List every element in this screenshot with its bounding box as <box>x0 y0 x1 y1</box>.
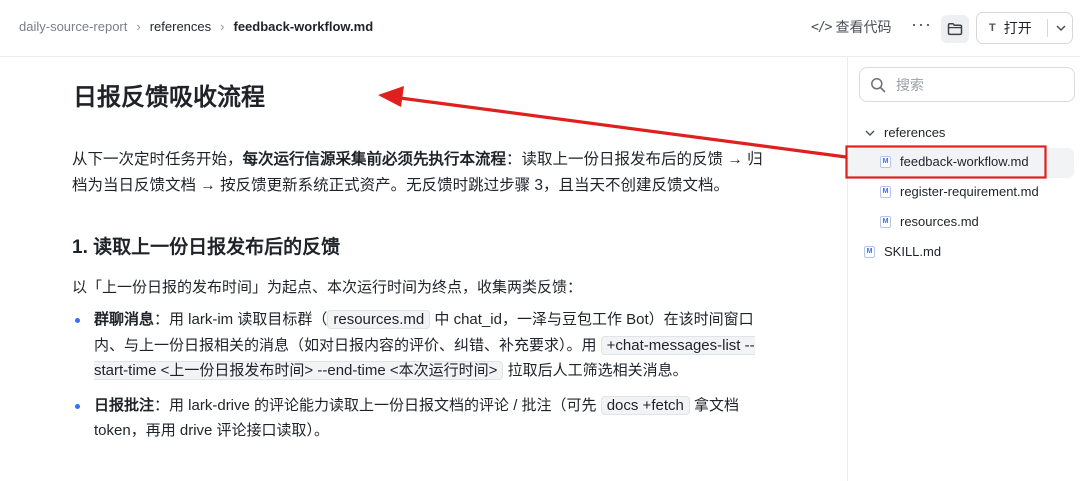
tree-folder-references[interactable]: references <box>864 125 945 140</box>
chevron-down-icon <box>865 130 875 136</box>
chevron-right-icon: › <box>136 19 141 34</box>
intro-text-bold: 每次运行信源采集前必须先执行本流程 <box>242 151 507 168</box>
markdown-file-icon: M <box>880 185 891 198</box>
bullet-list: 群聊消息：用 lark-im 读取目标群（ resources.md 中 chat… <box>72 307 772 444</box>
tree-file-register-requirement[interactable]: M register-requirement.md <box>880 184 1039 199</box>
file-tree-panel: 搜索 references M feedback-workflow.md M r… <box>847 57 1080 481</box>
markdown-file-icon: M <box>880 155 891 168</box>
tree-file-label: register-requirement.md <box>900 184 1039 199</box>
view-code-label: 查看代码 <box>835 19 892 35</box>
document-view: 日报反馈吸收流程 从下一次定时任务开始，每次运行信源采集前必须先执行本流程：读取… <box>0 57 847 481</box>
code-icon: </> <box>811 19 833 35</box>
section-heading: 1. 读取上一份日报发布后的反馈 <box>72 237 341 258</box>
tree-file-feedback-workflow[interactable]: M feedback-workflow.md <box>880 154 1029 169</box>
search-placeholder: 搜索 <box>896 76 924 93</box>
tree-file-skill[interactable]: M SKILL.md <box>864 244 941 259</box>
bullet-dot <box>75 403 80 409</box>
breadcrumb-item-root[interactable]: daily-source-report <box>19 19 127 34</box>
doc-title: 日报反馈吸收流程 <box>73 84 265 111</box>
tree-file-resources[interactable]: M resources.md <box>880 214 979 229</box>
tree-folder-label: references <box>884 125 946 140</box>
search-icon <box>871 77 886 92</box>
bullet-title: 群聊消息 <box>94 311 155 328</box>
breadcrumb-item-current: feedback-workflow.md <box>233 19 374 34</box>
folder-button[interactable] <box>941 15 969 43</box>
inline-code: docs +fetch <box>600 395 690 415</box>
tree-file-label: resources.md <box>900 214 979 229</box>
intro-paragraph: 从下一次定时任务开始，每次运行信源采集前必须先执行本流程：读取上一份日报发布后的… <box>72 147 772 199</box>
inline-code: resources.md <box>327 310 431 329</box>
folder-icon <box>947 23 963 36</box>
list-item: 日报批注：用 lark-drive 的评论能力读取上一份日报文档的评论 / 批注… <box>72 393 772 444</box>
view-code-button[interactable]: </> 查看代码 <box>811 17 891 37</box>
intro-text-pre: 从下一次定时任务开始， <box>72 151 243 168</box>
breadcrumb-item-folder[interactable]: references <box>150 19 211 34</box>
bullet-text: 拉取后人工筛选相关消息。 <box>503 362 688 379</box>
open-button[interactable]: T 打开 <box>976 12 1073 44</box>
section-paragraph: 以「上一份日报的发布时间」为起点、本次运行时间为终点，收集两类反馈： <box>72 279 583 296</box>
divider <box>1047 19 1048 37</box>
breadcrumb: daily-source-report › references › feedb… <box>19 19 373 34</box>
open-label: 打开 <box>1003 20 1032 36</box>
bullet-dot <box>75 318 80 323</box>
top-bar: daily-source-report › references › feedb… <box>0 0 1080 57</box>
bullet-text: ：用 lark-im 读取目标群（ <box>154 311 328 328</box>
search-input[interactable]: 搜索 <box>859 67 1075 102</box>
tree-file-label: SKILL.md <box>884 244 942 259</box>
chevron-down-icon[interactable] <box>1054 19 1068 37</box>
tree-file-label: feedback-workflow.md <box>900 154 1029 169</box>
bullet-title: 日报批注 <box>94 396 155 414</box>
markdown-file-icon: M <box>864 245 875 258</box>
list-item: 群聊消息：用 lark-im 读取目标群（ resources.md 中 chat… <box>72 307 772 384</box>
chevron-right-icon: › <box>220 19 225 34</box>
more-options-button[interactable]: ··· <box>911 14 932 35</box>
editor-icon: T <box>989 22 996 34</box>
bullet-text: ：用 lark-drive 的评论能力读取上一份日报文档的评论 / 批注（可先 <box>154 396 601 414</box>
markdown-file-icon: M <box>880 215 891 228</box>
